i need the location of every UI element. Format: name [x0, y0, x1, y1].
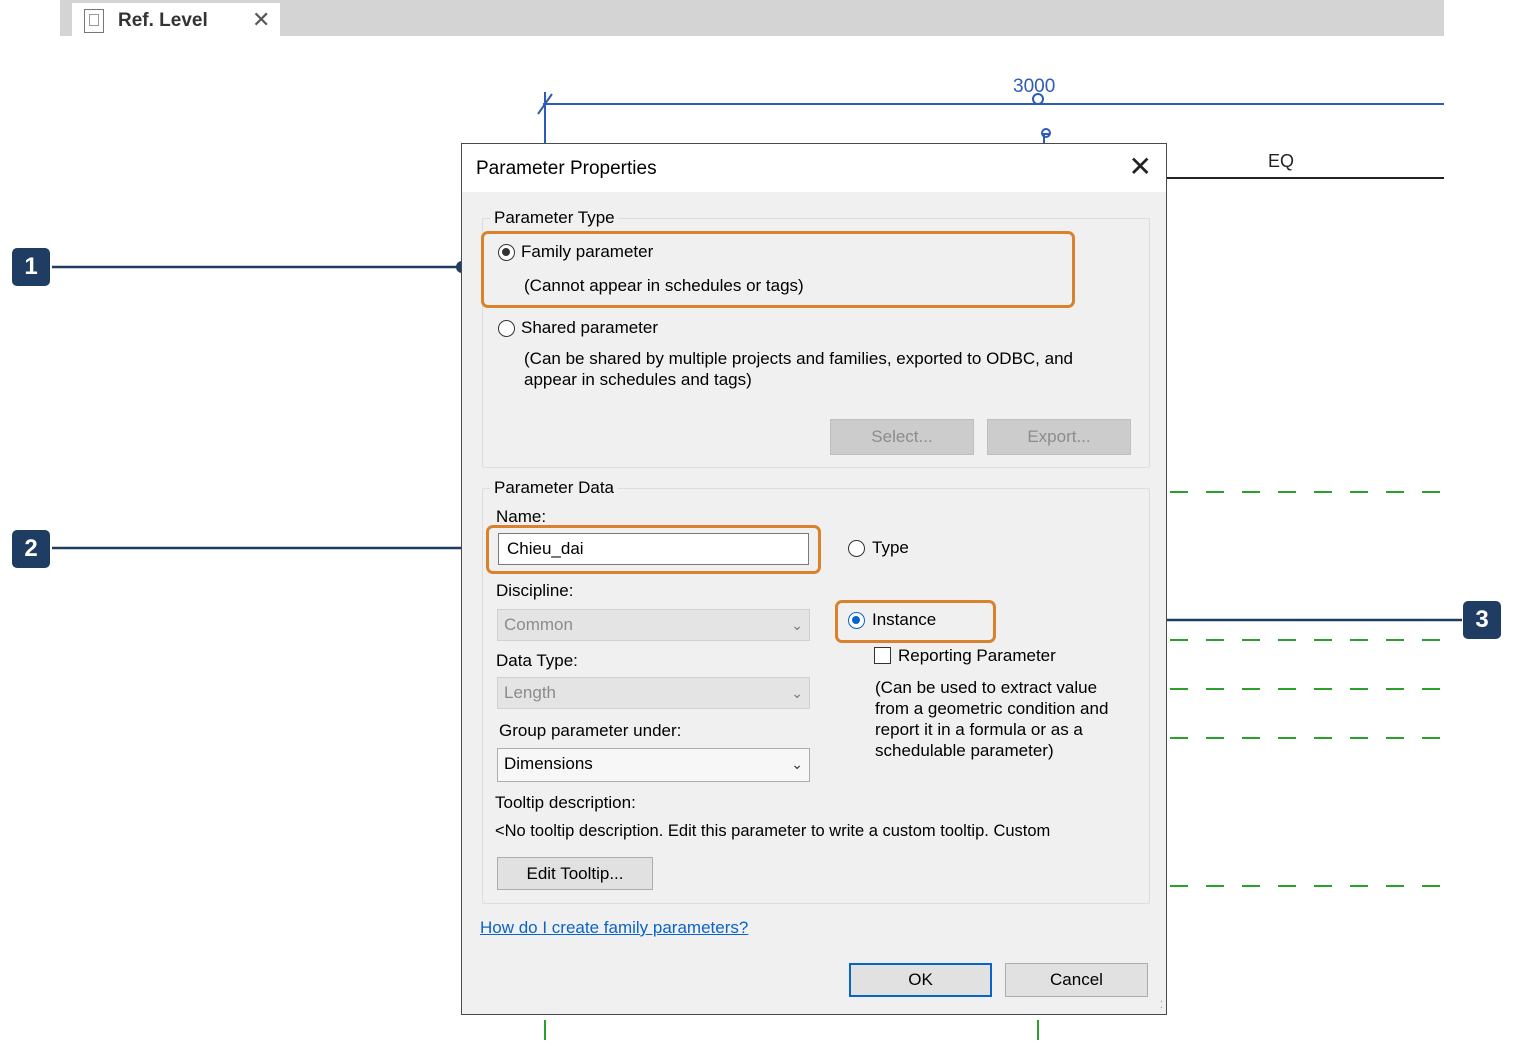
tooltip-description-value: <No tooltip description. Edit this param…	[495, 822, 1051, 840]
chevron-down-icon: ⌄	[791, 617, 803, 633]
ok-button[interactable]: OK	[849, 963, 992, 997]
shared-parameter-note: (Can be shared by multiple projects and …	[524, 349, 1073, 389]
reporting-parameter-note: (Can be used to extract value from a geo…	[875, 678, 1109, 760]
group-parameter-label: Group parameter under:	[499, 721, 682, 740]
data-type-label: Data Type:	[496, 651, 578, 670]
highlight-instance	[835, 600, 996, 643]
select-button[interactable]: Select...	[830, 419, 974, 455]
parameter-type-legend: Parameter Type	[490, 208, 619, 228]
shared-parameter-label[interactable]: Shared parameter	[521, 318, 658, 338]
parameter-properties-dialog: Parameter Properties ✕ Parameter Type Fa…	[461, 143, 1167, 1015]
help-link[interactable]: How do I create family parameters?	[480, 918, 748, 938]
dialog-titlebar: Parameter Properties ✕	[462, 144, 1166, 192]
edit-tooltip-button[interactable]: Edit Tooltip...	[497, 857, 653, 890]
callout-badge-2: 2	[12, 530, 50, 568]
close-icon[interactable]: ✕	[1129, 152, 1152, 182]
reporting-parameter-label[interactable]: Reporting Parameter	[898, 646, 1056, 666]
data-type-value: Length	[504, 683, 556, 702]
group-parameter-select[interactable]: Dimensions ⌄	[497, 748, 810, 782]
cancel-button[interactable]: Cancel	[1005, 963, 1148, 997]
highlight-family-parameter	[481, 231, 1075, 308]
export-button[interactable]: Export...	[987, 419, 1131, 455]
dimension-value: 3000	[1013, 76, 1056, 97]
type-radio[interactable]	[848, 540, 865, 557]
tooltip-description-label: Tooltip description:	[495, 793, 636, 812]
highlight-name-field	[486, 525, 821, 574]
discipline-select[interactable]: Common ⌄	[497, 609, 810, 641]
eq-label: EQ	[1268, 151, 1295, 171]
discipline-label: Discipline:	[496, 581, 574, 600]
resize-grip-icon[interactable]: ⁚	[1160, 1000, 1163, 1011]
data-type-select[interactable]: Length ⌄	[497, 677, 810, 709]
parameter-data-legend: Parameter Data	[490, 478, 618, 498]
shared-parameter-radio[interactable]	[498, 320, 515, 337]
reporting-parameter-checkbox[interactable]	[874, 647, 891, 664]
type-label[interactable]: Type	[872, 538, 909, 558]
callout-badge-1: 1	[12, 248, 50, 286]
callout-badge-3: 3	[1463, 601, 1501, 639]
name-label: Name:	[496, 507, 547, 526]
chevron-down-icon: ⌄	[791, 756, 803, 772]
chevron-down-icon: ⌄	[791, 685, 803, 701]
discipline-value: Common	[504, 615, 573, 634]
dialog-title: Parameter Properties	[476, 158, 657, 179]
group-parameter-value: Dimensions	[504, 754, 593, 773]
